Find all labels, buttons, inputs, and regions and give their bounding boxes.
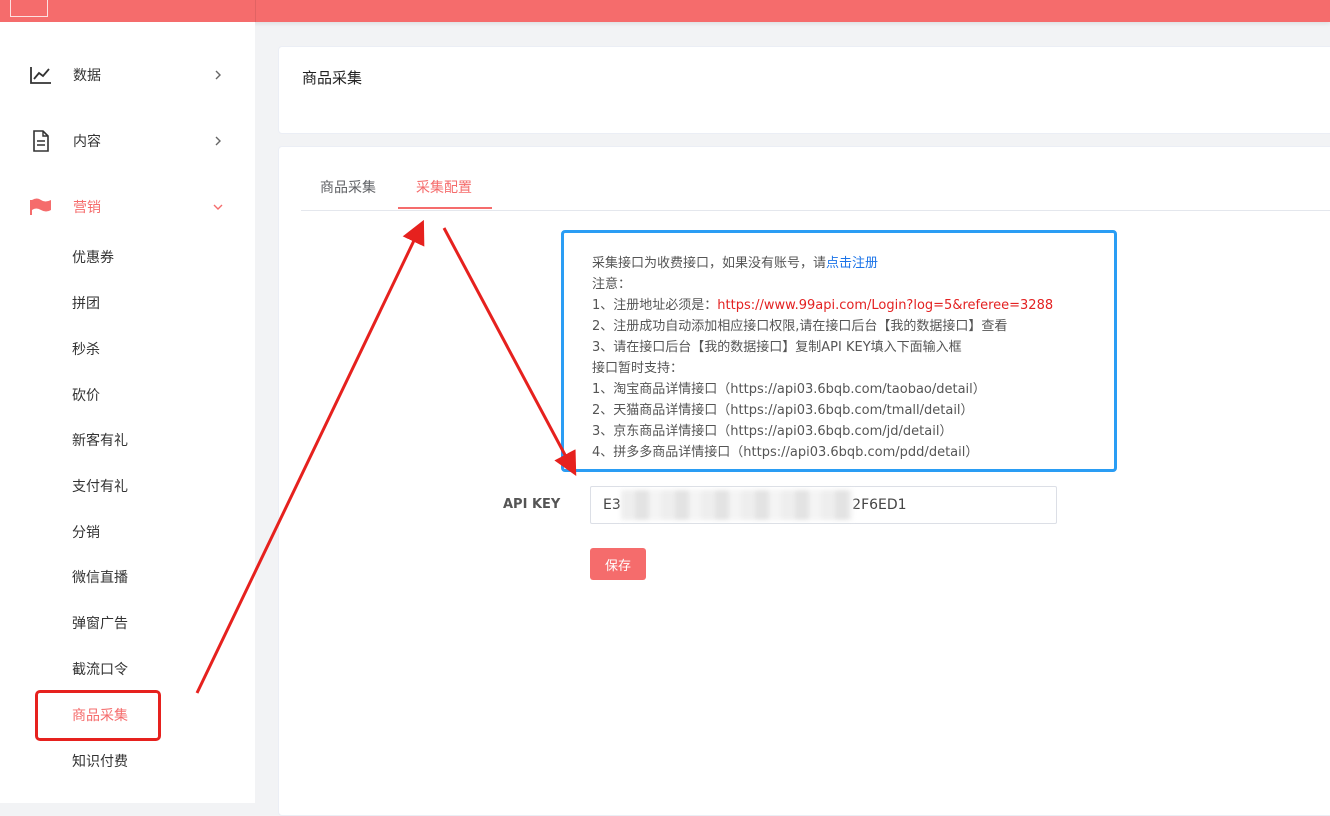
document-icon <box>28 128 54 154</box>
sidebar-item-payment-gift[interactable]: 支付有礼 <box>72 476 128 498</box>
notice-line: 采集接口为收费接口，如果没有账号，请点击注册 <box>592 253 1114 274</box>
sidebar-menu-label: 内容 <box>73 134 101 150</box>
top-bar <box>0 0 1330 22</box>
sidebar-menu-content[interactable]: 内容 <box>0 121 255 161</box>
tab-product-collect[interactable]: 商品采集 <box>320 177 376 197</box>
sidebar-menu-marketing[interactable]: 营销 <box>0 187 255 227</box>
logo[interactable] <box>10 0 48 17</box>
notice-text: 1、注册地址必须是： <box>592 298 718 313</box>
api-key-label: API KEY <box>503 497 561 512</box>
sidebar-menu-data[interactable]: 数据 <box>0 55 255 95</box>
sidebar-menu-label: 营销 <box>73 200 101 216</box>
notice-support-3: 3、京东商品详情接口（https://api03.6bqb.com/jd/det… <box>592 424 953 439</box>
notice-support-1: 1、淘宝商品详情接口（https://api03.6bqb.com/taobao… <box>592 382 986 397</box>
tab-bar: 商品采集 采集配置 <box>301 147 1330 211</box>
line-chart-icon <box>28 62 54 88</box>
sidebar-item-product-collect[interactable]: 商品采集 <box>72 705 128 727</box>
chevron-right-icon <box>210 67 226 83</box>
notice-text: 采集接口为收费接口，如果没有账号，请 <box>592 256 827 271</box>
sidebar: 数据 内容 营销 优惠券 拼团 秒杀 砍价 新客有礼 支付有礼 分销 微信直播 … <box>0 22 255 803</box>
flag-icon <box>28 194 54 220</box>
sidebar-item-paid-knowledge[interactable]: 知识付费 <box>72 751 128 773</box>
notice-support-title: 接口暂时支持： <box>592 361 684 376</box>
page-header-card: 商品采集 <box>278 46 1330 134</box>
sidebar-item-flash-sale[interactable]: 秒杀 <box>72 339 100 361</box>
redaction-blur <box>621 490 853 520</box>
notice-box: 采集接口为收费接口，如果没有账号，请点击注册 注意： 1、注册地址必须是：htt… <box>561 230 1117 472</box>
sidebar-item-intercept-code[interactable]: 截流口令 <box>72 659 128 681</box>
chevron-down-icon <box>210 199 226 215</box>
sidebar-item-new-customer-gift[interactable]: 新客有礼 <box>72 430 128 452</box>
sidebar-item-bargain[interactable]: 砍价 <box>72 385 100 407</box>
notice-note-2: 2、注册成功自动添加相应接口权限,请在接口后台【我的数据接口】查看 <box>592 319 1008 334</box>
active-tab-indicator <box>398 207 492 209</box>
sidebar-item-group-buy[interactable]: 拼团 <box>72 293 100 315</box>
register-url[interactable]: https://www.99api.com/Login?log=5&refere… <box>717 298 1053 313</box>
sidebar-menu-label: 数据 <box>73 68 101 84</box>
notice-line: 1、注册地址必须是：https://www.99api.com/Login?lo… <box>592 295 1114 316</box>
save-button[interactable]: 保存 <box>590 548 646 580</box>
sidebar-item-wechat-live[interactable]: 微信直播 <box>72 567 128 589</box>
sidebar-item-distribution[interactable]: 分销 <box>72 522 100 544</box>
notice-support-2: 2、天猫商品详情接口（https://api03.6bqb.com/tmall/… <box>592 403 974 418</box>
notice-support-4: 4、拼多多商品详情接口（https://api03.6bqb.com/pdd/d… <box>592 445 979 460</box>
chevron-right-icon <box>210 133 226 149</box>
top-bar-divider <box>255 0 256 22</box>
notice-note-3: 3、请在接口后台【我的数据接口】复制API KEY填入下面输入框 <box>592 340 962 355</box>
tab-collect-config[interactable]: 采集配置 <box>416 177 472 197</box>
page-title: 商品采集 <box>302 69 363 87</box>
sidebar-item-coupon[interactable]: 优惠券 <box>72 247 114 269</box>
main-card: 商品采集 采集配置 采集接口为收费接口，如果没有账号，请点击注册 注意： 1、注… <box>278 146 1330 816</box>
notice-note-title: 注意： <box>592 277 632 292</box>
sidebar-item-popup-ad[interactable]: 弹窗广告 <box>72 613 128 635</box>
register-link[interactable]: 点击注册 <box>826 256 878 271</box>
